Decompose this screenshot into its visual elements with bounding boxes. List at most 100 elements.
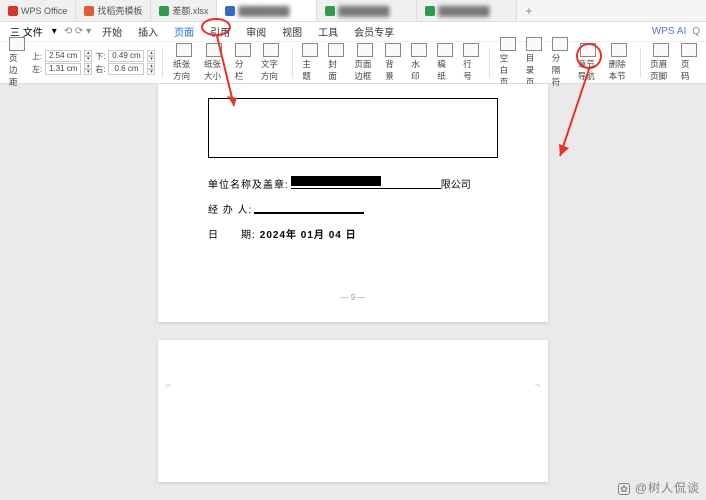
document-canvas[interactable]: 单位名称及盖章: 限公司 经 办 人: 日 期: 2024年 01月 04 日 … <box>0 84 706 500</box>
save-icon[interactable]: ▾ <box>49 26 60 37</box>
textdir-icon <box>263 43 279 57</box>
blankpage-button[interactable]: 空白页 <box>497 36 519 89</box>
tab-doc-5[interactable]: ████████ <box>417 0 517 21</box>
tab-label: 找稻壳模板 <box>97 4 142 17</box>
background-button[interactable]: 背景 <box>382 42 404 83</box>
tab-label-blur: ████████ <box>238 6 289 16</box>
columns-icon <box>235 43 251 57</box>
border-button[interactable]: 页面边框 <box>351 42 378 83</box>
tab-xlsx[interactable]: 差额.xlsx <box>151 0 217 21</box>
paper-icon <box>437 43 453 57</box>
date-value: 2024年 01月 04 日 <box>260 226 357 241</box>
toc-icon <box>526 37 542 51</box>
spinner[interactable]: ▴▾ <box>84 50 92 62</box>
toolbar-icons[interactable]: ⟲ ⟳ ▾ <box>62 26 93 37</box>
margin-inputs: 上: 2.54 cm ▴▾ 下: 0.49 cm ▴▾ 左: 1.31 cm ▴… <box>32 50 155 75</box>
menu-view[interactable]: 视图 <box>275 22 309 41</box>
margin-left-input[interactable]: 1.31 cm <box>45 63 81 75</box>
page-10[interactable]: ⌐ ¬ <box>158 340 548 482</box>
lineno-icon <box>463 43 479 57</box>
corner-mark: ¬ <box>535 380 540 390</box>
menu-start[interactable]: 开始 <box>95 22 129 41</box>
papersize-button[interactable]: 纸张大小 <box>201 42 228 83</box>
page-number: — 9 — <box>208 293 498 302</box>
menu-insert[interactable]: 插入 <box>131 22 165 41</box>
content-box[interactable] <box>208 98 498 158</box>
spinner[interactable]: ▴▾ <box>147 63 155 75</box>
tab-home[interactable]: WPS Office <box>0 0 76 21</box>
sheet-icon <box>159 6 169 16</box>
sheet-icon <box>325 6 335 16</box>
margin-icon <box>9 37 25 51</box>
search-icon[interactable]: Q <box>692 26 700 37</box>
blankpage-icon <box>500 37 516 51</box>
tab-doc-active[interactable]: ████████ <box>217 0 317 21</box>
margin-top-label: 上: <box>32 51 42 62</box>
new-tab-button[interactable]: + <box>517 4 540 18</box>
tab-template[interactable]: 找稻壳模板 <box>76 0 151 21</box>
tab-doc-4[interactable]: ████████ <box>317 0 417 21</box>
orientation-icon <box>176 43 192 57</box>
template-icon <box>84 6 94 16</box>
watermark-button[interactable]: 水印 <box>408 42 430 83</box>
menu-member[interactable]: 会员专享 <box>347 22 401 41</box>
chapter-button[interactable]: 章节导航 <box>575 42 602 83</box>
header-footer-button[interactable]: 页眉页脚 <box>647 42 674 83</box>
margin-left-label: 左: <box>32 64 42 75</box>
pagenum-icon <box>681 43 697 57</box>
date-line[interactable]: 日 期: 2024年 01月 04 日 <box>208 226 498 241</box>
menu-page[interactable]: 页面 <box>167 22 201 41</box>
textdir-button[interactable]: 文字方向 <box>258 42 285 83</box>
page-9[interactable]: 单位名称及盖章: 限公司 经 办 人: 日 期: 2024年 01月 04 日 … <box>158 84 548 322</box>
theme-button[interactable]: 主题 <box>299 42 321 83</box>
tab-label-blur: ████████ <box>438 6 489 16</box>
company-suffix: 限公司 <box>441 176 471 191</box>
menu-reference[interactable]: 引用 <box>203 22 237 41</box>
tab-label: 差额.xlsx <box>172 4 208 17</box>
company-line[interactable]: 单位名称及盖章: 限公司 <box>208 176 498 191</box>
tab-label-blur: ████████ <box>338 6 389 16</box>
image-watermark: ✿ @树人侃谈 <box>618 479 700 496</box>
spinner[interactable]: ▴▾ <box>147 50 155 62</box>
cover-button[interactable]: 封面 <box>325 42 347 83</box>
paper-button[interactable]: 稿纸 <box>434 42 456 83</box>
company-label: 单位名称及盖章: <box>208 176 289 191</box>
header-footer-icon <box>653 43 669 57</box>
watermark-icon: ✿ <box>618 483 630 495</box>
menu-review[interactable]: 审阅 <box>239 22 273 41</box>
margin-top-input[interactable]: 2.54 cm <box>45 50 81 62</box>
ribbon-page: 页边距 上: 2.54 cm ▴▾ 下: 0.49 cm ▴▾ 左: 1.31 … <box>0 42 706 84</box>
papersize-icon <box>206 43 222 57</box>
watermark-icon <box>411 43 427 57</box>
date-label: 日 期: <box>208 226 256 241</box>
break-icon <box>552 37 568 51</box>
columns-button[interactable]: 分栏 <box>232 42 254 83</box>
redacted <box>291 176 381 186</box>
delete-section-icon <box>611 43 627 57</box>
margin-button[interactable]: 页边距 <box>6 36 28 89</box>
margin-bottom-input[interactable]: 0.49 cm <box>108 50 144 62</box>
wps-ai-button[interactable]: WPS AI <box>652 26 686 37</box>
margin-right-label: 右: <box>95 64 105 75</box>
delete-section-button[interactable]: 删除本节 <box>606 42 633 83</box>
cover-icon <box>328 43 344 57</box>
menu-tools[interactable]: 工具 <box>311 22 345 41</box>
border-icon <box>357 43 373 57</box>
spinner[interactable]: ▴▾ <box>84 63 92 75</box>
orientation-button[interactable]: 纸张方向 <box>170 42 197 83</box>
margin-right-input[interactable]: 0.6 cm <box>108 63 144 75</box>
handler-line[interactable]: 经 办 人: <box>208 201 498 216</box>
toc-button[interactable]: 目录页 <box>523 36 545 89</box>
bg-icon <box>385 43 401 57</box>
sheet-icon <box>425 6 435 16</box>
margin-bottom-label: 下: <box>95 51 105 62</box>
break-button[interactable]: 分隔符 <box>549 36 571 89</box>
menu-bar: 三 文件 ▾ ⟲ ⟳ ▾ 开始 插入 页面 引用 审阅 视图 工具 会员专享 W… <box>0 22 706 42</box>
pagenum-button[interactable]: 页码 <box>678 42 700 83</box>
tab-label: WPS Office <box>21 6 67 16</box>
lineno-button[interactable]: 行号 <box>460 42 482 83</box>
theme-icon <box>302 43 318 57</box>
document-tabs: WPS Office 找稻壳模板 差额.xlsx ████████ ██████… <box>0 0 706 22</box>
chapter-icon <box>580 43 596 57</box>
wps-icon <box>8 6 18 16</box>
